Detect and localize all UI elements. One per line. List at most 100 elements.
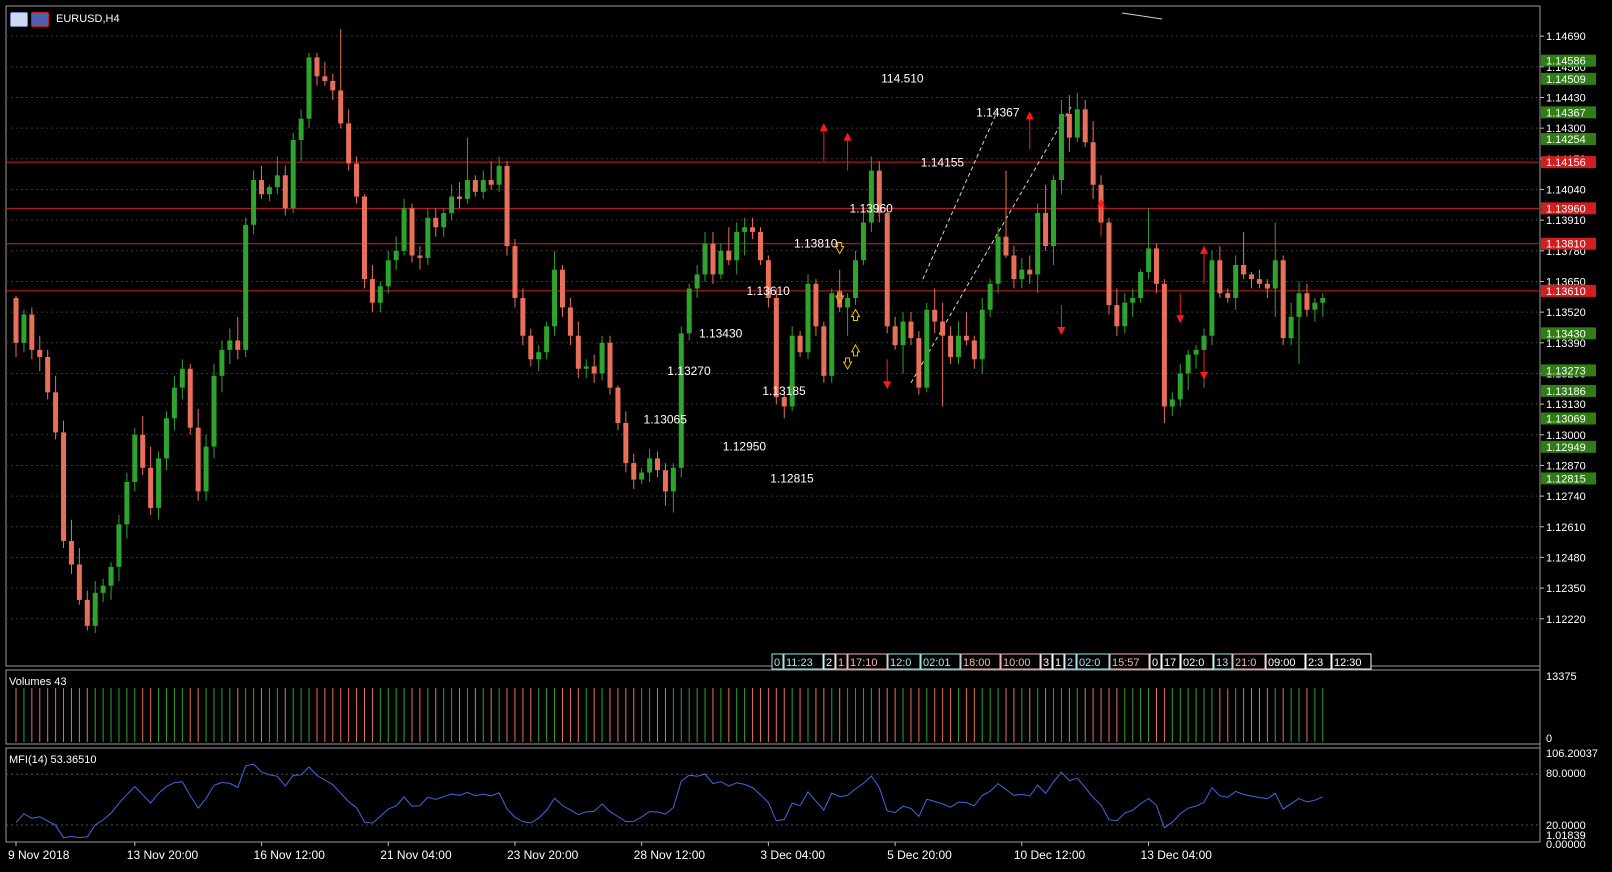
bear-candle-body	[567, 307, 573, 336]
time-axis-label: 10 Dec 12:00	[1014, 848, 1086, 862]
bear-candle-body	[892, 326, 898, 346]
bear-candle-body	[963, 335, 969, 341]
mfi-axis-label: 0.00000	[1546, 839, 1586, 851]
bear-candle-body	[884, 213, 890, 327]
bull-candle-body	[243, 224, 249, 350]
drawn-line-fragment	[1121, 12, 1163, 20]
bear-candle-body	[757, 231, 763, 261]
up-arrow-icon	[1097, 198, 1106, 207]
bull-candle-body	[1019, 269, 1025, 280]
bull-candle-body	[306, 57, 312, 119]
bull-candle-body	[647, 458, 653, 473]
bear-candle-body	[322, 76, 328, 81]
time-marker-text: 21:0	[1235, 657, 1256, 669]
time-marker-text: 0	[1152, 657, 1158, 669]
bull-candle-body	[1122, 302, 1128, 327]
bull-candle-body	[266, 187, 272, 195]
bull-candle-body	[108, 566, 114, 586]
bear-candle-body	[45, 356, 51, 393]
bull-candle-body	[1233, 264, 1239, 298]
bear-candle-body	[948, 335, 954, 357]
bull-candle-body	[639, 472, 645, 480]
bull-candle-body	[599, 342, 605, 374]
time-axis-label: 21 Nov 04:00	[380, 848, 452, 862]
bull-candle-body	[670, 467, 676, 492]
price-label-text: 1.13273	[1546, 365, 1586, 377]
bull-candle-body	[900, 321, 906, 346]
bull-candle-body	[1169, 399, 1175, 407]
bear-candle-body	[821, 326, 827, 376]
bull-candle-body	[955, 335, 961, 357]
bull-candle-body	[1051, 180, 1057, 247]
bear-candle-body	[1256, 279, 1262, 284]
bear-candle-body	[726, 250, 732, 261]
bull-candle-body	[156, 458, 162, 508]
up-arrow-icon	[1025, 111, 1034, 120]
bull-candle-body	[1312, 302, 1318, 310]
price-annotation: 1.12815	[770, 471, 814, 485]
chart-canvas[interactable]: 114.510 1.14367 1.14155 1.13960 1.13810 1.136…	[0, 0, 1612, 872]
volume-axis-min: 0	[1546, 733, 1552, 745]
bull-candle-body	[678, 333, 684, 468]
mfi-title: MFI(14) 53.36510	[9, 754, 96, 766]
time-axis-label: 13 Dec 04:00	[1141, 848, 1213, 862]
bear-candle-body	[29, 314, 35, 350]
bull-candle-body	[92, 592, 98, 626]
bull-candle-body	[536, 352, 542, 360]
price-label-text: 1.12949	[1546, 442, 1586, 454]
price-label-text: 1.14254	[1546, 134, 1586, 146]
bear-candle-body	[433, 217, 439, 228]
bear-candle-body	[148, 467, 154, 508]
down-arrow-icon	[883, 381, 892, 390]
bear-candle-body	[607, 342, 613, 388]
price-tick-label: 1.13520	[1546, 307, 1586, 319]
bear-candle-body	[13, 297, 19, 343]
bull-candle-body	[544, 326, 550, 353]
bear-candle-body	[1114, 305, 1120, 327]
bull-candle-body	[496, 165, 502, 185]
time-marker-text: 0	[774, 657, 780, 669]
bear-candle-body	[1066, 113, 1072, 138]
up-arrow-icon	[1200, 245, 1208, 254]
yellow-up-arrow-icon	[850, 343, 861, 357]
bear-candle-body	[314, 57, 320, 77]
mfi-axis-label: 80.0000	[1546, 768, 1586, 780]
bull-candle-body	[694, 274, 700, 289]
yellow-up-arrow-icon	[850, 308, 861, 321]
down-arrow-icon	[1176, 315, 1185, 324]
time-marker-text: 15:57	[1112, 657, 1140, 669]
bear-candle-body	[1161, 283, 1167, 407]
mfi-axis-label: 106.20037	[1546, 748, 1598, 760]
bull-candle-body	[480, 180, 486, 192]
bear-candle-body	[1153, 248, 1159, 284]
bull-candle-body	[860, 222, 866, 261]
bull-candle-body	[1296, 293, 1302, 317]
down-arrow-icon	[1200, 371, 1208, 380]
bear-candle-body	[472, 180, 478, 192]
bear-candle-body	[528, 335, 534, 360]
price-tick-label: 1.13910	[1546, 215, 1586, 227]
volume-axis-max: 13375	[1546, 671, 1577, 683]
time-marker-text: 18:00	[963, 657, 991, 669]
time-marker-text: 12:0	[890, 657, 911, 669]
bull-candle-body	[1288, 316, 1294, 339]
bear-candle-body	[932, 309, 938, 322]
bull-candle-body	[1138, 272, 1144, 298]
bull-candle-body	[1201, 335, 1207, 350]
bear-candle-body	[187, 368, 193, 428]
trend-channel-line	[922, 109, 999, 280]
price-tick-label: 1.12610	[1546, 522, 1586, 534]
price-tick-label: 1.14430	[1546, 92, 1586, 104]
bear-candle-body	[1241, 264, 1247, 275]
yellow-down-arrow-icon	[842, 357, 853, 371]
price-annotation: 1.12950	[723, 440, 767, 454]
bull-candle-body	[171, 387, 177, 419]
time-marker-text: 3	[1043, 657, 1049, 669]
bull-candle-body	[1146, 248, 1152, 273]
bull-candle-body	[1177, 373, 1183, 400]
bull-candle-body	[1209, 260, 1215, 336]
time-axis-label: 5 Dec 20:00	[887, 848, 952, 862]
bear-candle-body	[710, 243, 716, 275]
price-label-text: 1.12815	[1546, 473, 1586, 485]
price-tick-label: 1.12870	[1546, 460, 1586, 472]
